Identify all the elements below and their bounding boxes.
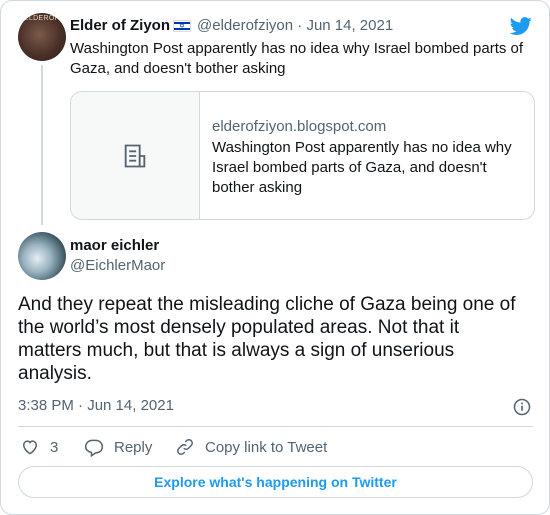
like-count: 3 xyxy=(50,438,59,456)
reply-bubble-icon xyxy=(84,439,104,457)
link-title: Washington Post apparently has no idea w… xyxy=(212,139,512,196)
quoted-handle-date[interactable]: @elderofziyon · Jun 14, 2021 xyxy=(197,17,393,34)
link-preview-thumbnail xyxy=(71,92,200,219)
reply-button[interactable]: Reply xyxy=(84,437,152,457)
author-handle[interactable]: @EichlerMaor xyxy=(70,257,165,274)
link-icon xyxy=(177,439,193,455)
israel-flag-icon: ✡ xyxy=(173,20,191,32)
info-icon[interactable] xyxy=(512,397,532,417)
quoted-author-avatar[interactable]: ELDEROF xyxy=(18,13,66,61)
copy-link-button[interactable]: Copy link to Tweet xyxy=(175,437,327,457)
divider xyxy=(18,426,533,427)
copy-link-label: Copy link to Tweet xyxy=(205,438,328,456)
author-avatar[interactable] xyxy=(18,232,66,280)
tweet-timestamp[interactable]: 3:38 PM · Jun 14, 2021 xyxy=(18,397,174,414)
like-button[interactable]: 3 xyxy=(20,437,58,457)
thread-connector-line xyxy=(41,65,43,225)
link-preview-card[interactable]: elderofziyon.blogspot.com Washington Pos… xyxy=(70,91,535,220)
author-name[interactable]: maor eichler xyxy=(70,237,159,254)
quoted-tweet-text: Washington Post apparently has no idea w… xyxy=(70,40,524,77)
avatar-logo-text: ELDEROF xyxy=(24,15,60,22)
link-domain: elderofziyon.blogspot.com xyxy=(212,118,387,135)
quoted-author-name[interactable]: Elder of Ziyon xyxy=(70,17,170,34)
document-icon xyxy=(124,144,146,168)
heart-icon xyxy=(22,440,38,455)
tweet-text: And they repeat the misleading cliche of… xyxy=(18,294,516,384)
tweet-embed-card: ELDEROF Elder of Ziyon ✡ @elderofziyon ·… xyxy=(0,0,550,515)
reply-label: Reply xyxy=(114,438,153,456)
twitter-bird-icon[interactable] xyxy=(509,15,533,37)
explore-twitter-button[interactable]: Explore what's happening on Twitter xyxy=(18,466,533,498)
